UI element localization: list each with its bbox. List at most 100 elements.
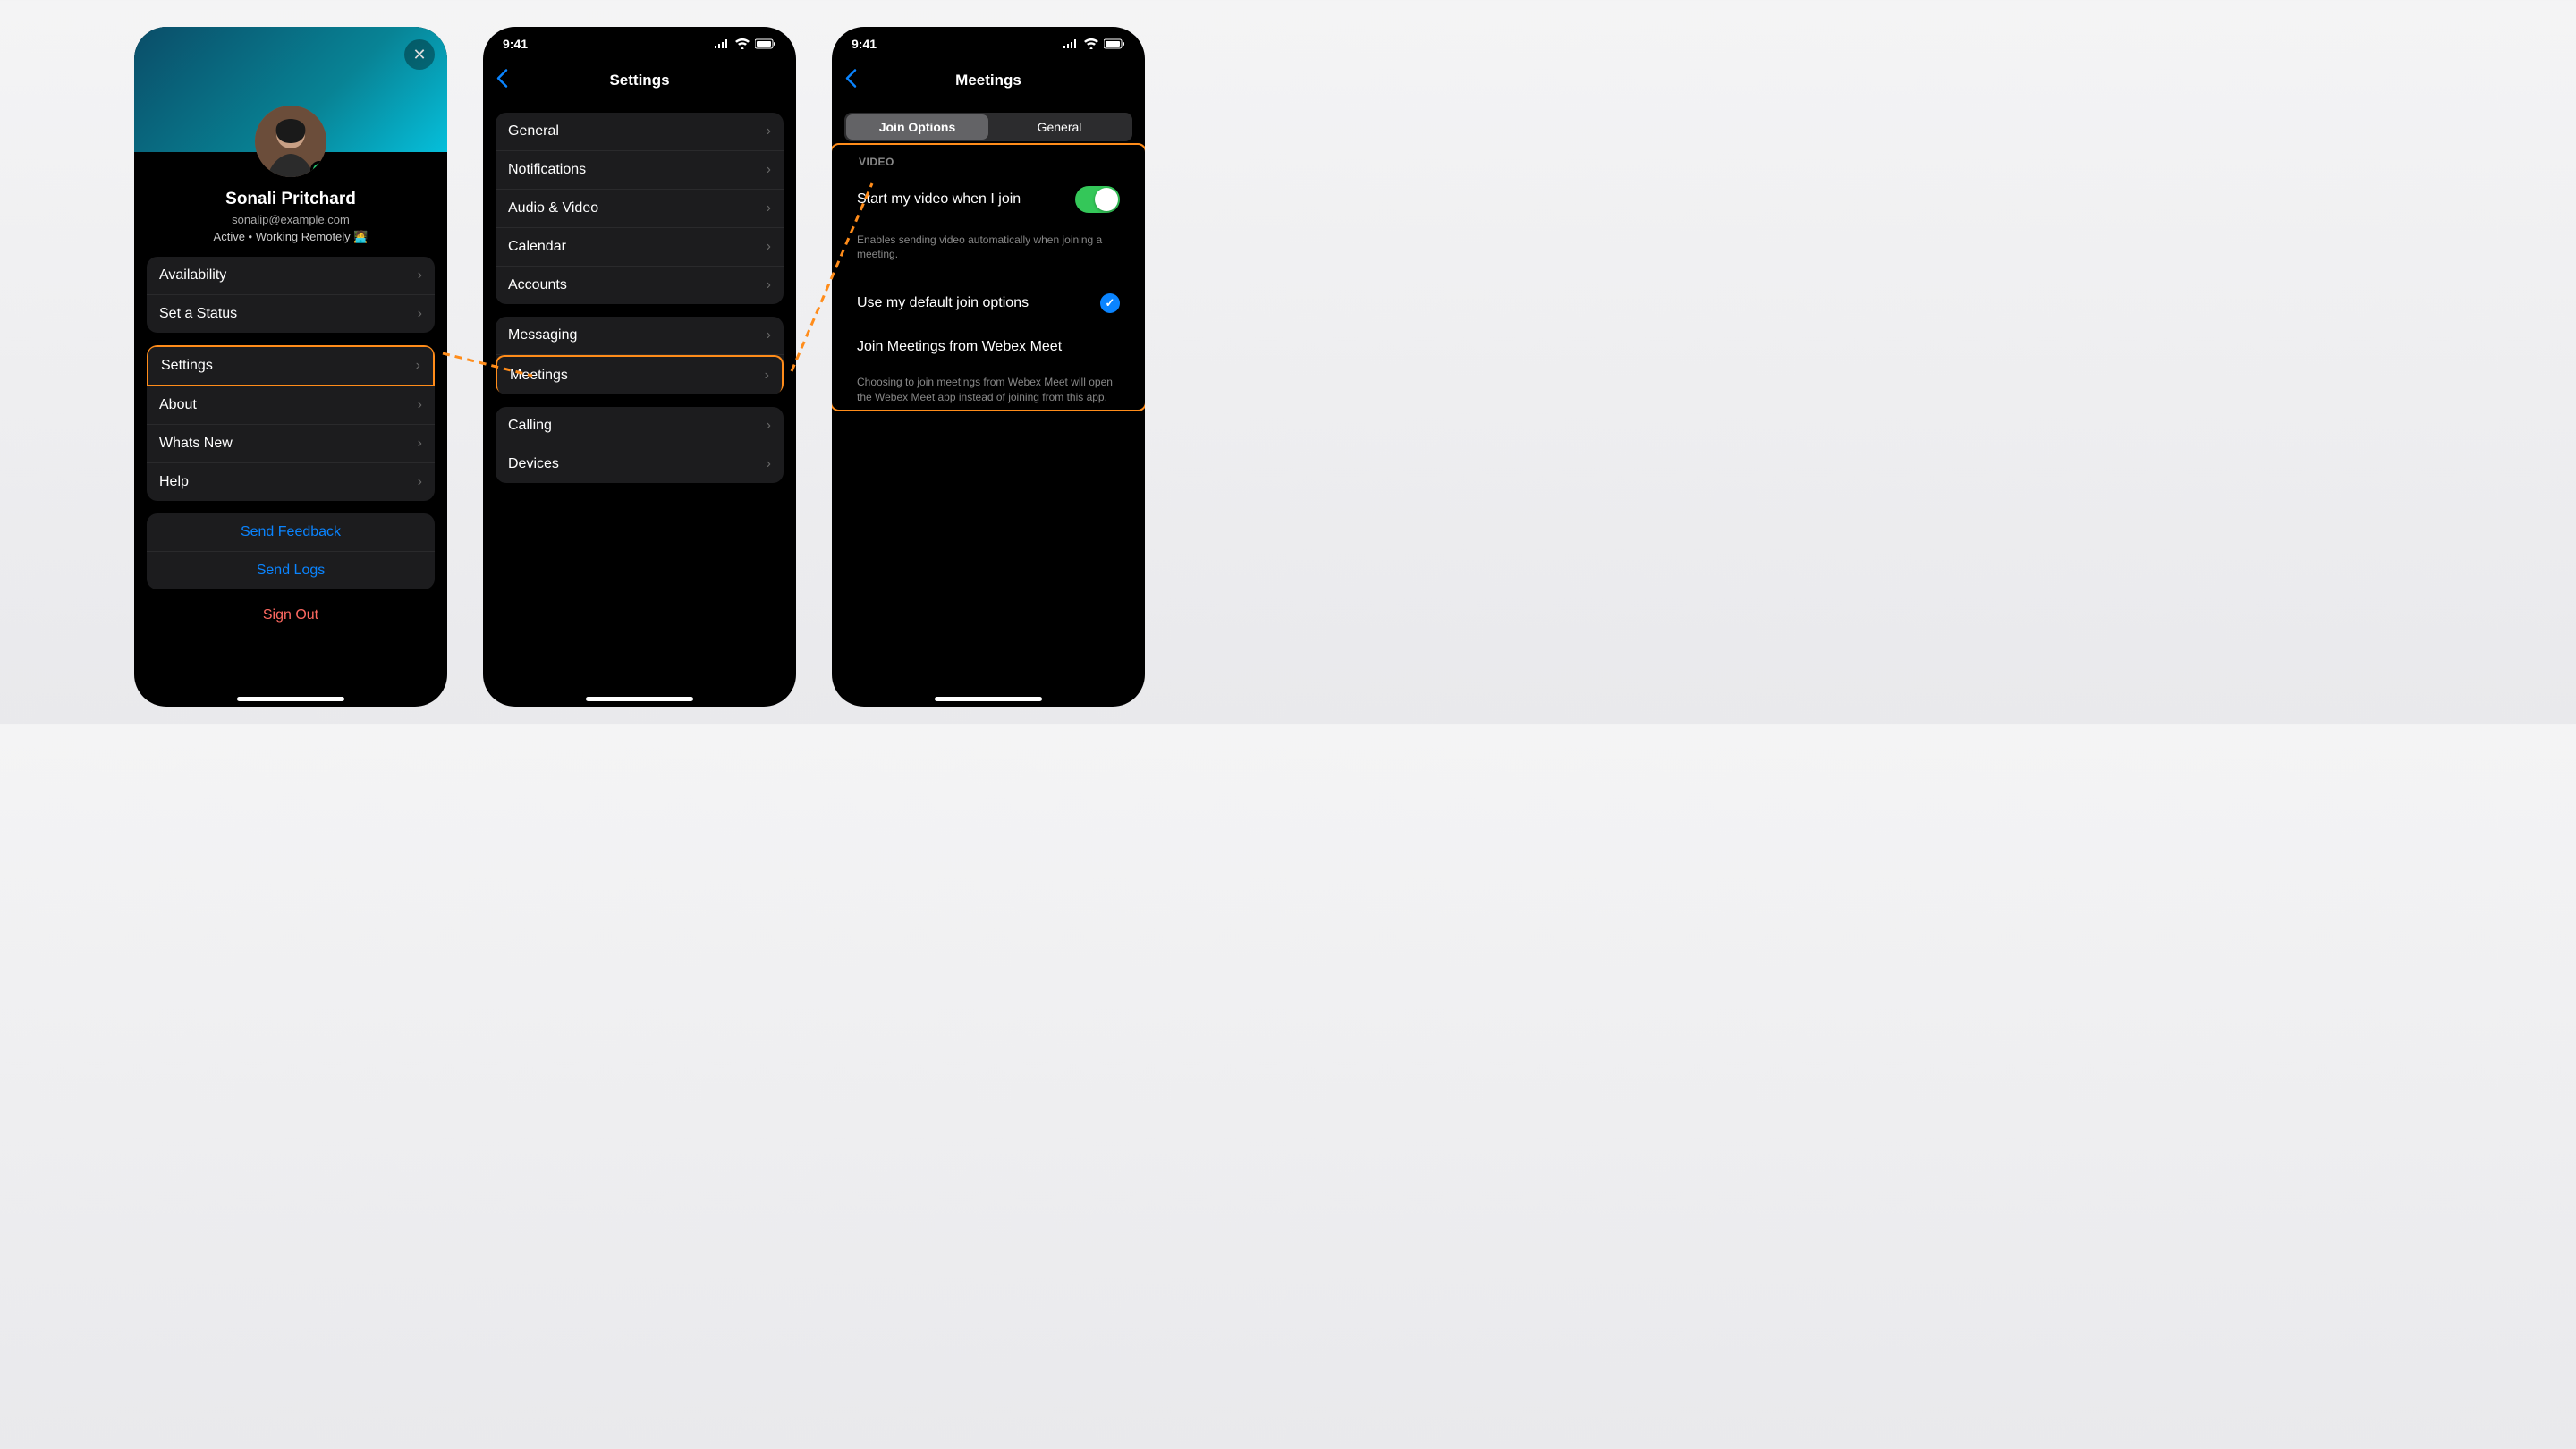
- row-meetings[interactable]: Meetings ›: [496, 355, 784, 394]
- profile-email: sonalip@example.com: [134, 213, 447, 226]
- join-webex-description: Choosing to join meetings from Webex Mee…: [857, 375, 1120, 403]
- home-indicator[interactable]: [586, 697, 693, 701]
- back-button[interactable]: [844, 69, 857, 93]
- profile-menu: Availability › Set a Status › Settings ›…: [134, 244, 447, 707]
- row-audio-video[interactable]: Audio & Video ›: [496, 190, 784, 228]
- video-section: VIDEO Start my video when I join Enables…: [844, 156, 1132, 404]
- send-logs-button[interactable]: Send Logs: [147, 552, 435, 589]
- row-label: Devices: [508, 456, 559, 472]
- profile-group-availability: Availability › Set a Status ›: [147, 257, 435, 333]
- settings-group-1: General› Notifications › Audio & Video › C…: [496, 113, 784, 304]
- option-join-webex[interactable]: Join Meetings from Webex Meet: [857, 326, 1120, 368]
- row-label: Send Logs: [257, 563, 326, 579]
- segmented-control: Join Options General: [844, 113, 1132, 141]
- settings-list: General› Notifications› Audio & Video› C…: [483, 100, 796, 707]
- profile-group-feedback: Send Feedback Send Logs: [147, 513, 435, 589]
- tab-join-options[interactable]: Join Options: [846, 114, 988, 140]
- home-indicator[interactable]: [935, 697, 1042, 701]
- row-label: About: [159, 397, 197, 413]
- back-chevron-icon: [496, 69, 508, 89]
- row-devices[interactable]: Devices›: [496, 445, 784, 483]
- home-indicator[interactable]: [237, 697, 344, 701]
- switch-start-video[interactable]: [1075, 186, 1120, 213]
- phone-settings: 9:41 Settings General› Notifications› Au…: [483, 27, 796, 707]
- option-use-default[interactable]: Use my default join options ✓: [857, 281, 1120, 326]
- row-label: Help: [159, 474, 189, 490]
- row-label: Sign Out: [263, 607, 318, 623]
- row-label: Whats New: [159, 436, 233, 452]
- settings-group-2: Messaging› Meetings ›: [496, 317, 784, 394]
- row-label: Calling: [508, 418, 552, 434]
- row-label: Calendar: [508, 239, 566, 255]
- wifi-icon: [1084, 38, 1098, 49]
- profile-group-settings: Settings › About › Whats New › Help ›: [147, 345, 435, 501]
- chevron-right-icon: ›: [418, 397, 422, 413]
- row-set-status[interactable]: Set a Status ›: [147, 295, 435, 333]
- row-label: General: [508, 123, 559, 140]
- profile-name: Sonali Pritchard: [134, 190, 447, 209]
- row-general[interactable]: General›: [496, 113, 784, 151]
- row-label: Audio & Video: [508, 200, 598, 216]
- option-label: Start my video when I join: [857, 191, 1021, 208]
- close-button[interactable]: ✕: [404, 39, 435, 70]
- avatar[interactable]: [255, 106, 326, 177]
- sign-out-button[interactable]: Sign Out: [147, 607, 435, 623]
- row-availability[interactable]: Availability ›: [147, 257, 435, 295]
- chevron-right-icon: ›: [418, 306, 422, 322]
- chevron-right-icon: ›: [418, 267, 422, 284]
- tab-general[interactable]: General: [988, 114, 1131, 140]
- row-calling[interactable]: Calling ›: [496, 407, 784, 445]
- nav-header: Meetings: [832, 61, 1145, 100]
- wifi-icon: [735, 38, 750, 49]
- row-notifications[interactable]: Notifications ›: [496, 151, 784, 190]
- row-label: Send Feedback: [241, 524, 341, 540]
- chevron-right-icon: ›: [767, 418, 771, 434]
- section-header-video: VIDEO: [859, 156, 1120, 168]
- row-label: Meetings: [510, 368, 568, 384]
- status-bar: 9:41: [483, 27, 796, 61]
- row-settings[interactable]: Settings ›: [147, 345, 435, 386]
- option-label: Join Meetings from Webex Meet: [857, 339, 1062, 355]
- chevron-right-icon: ›: [765, 368, 769, 384]
- status-time: 9:41: [503, 37, 528, 51]
- tab-label: General: [1038, 120, 1082, 134]
- battery-icon: [755, 38, 776, 49]
- settings-group-3: Calling › Devices›: [496, 407, 784, 483]
- battery-icon: [1104, 38, 1125, 49]
- switch-knob-icon: [1095, 188, 1118, 211]
- nav-title: Meetings: [955, 72, 1021, 89]
- status-time: 9:41: [852, 37, 877, 51]
- phone-meetings: 9:41 Meetings Join Options General VIDEO…: [832, 27, 1145, 707]
- row-help[interactable]: Help ›: [147, 463, 435, 501]
- row-accounts[interactable]: Accounts›: [496, 267, 784, 304]
- cellular-icon: [1063, 38, 1079, 49]
- profile-status: Active • Working Remotely 🧑‍💻: [134, 230, 447, 244]
- status-bar: 9:41: [832, 27, 1145, 61]
- row-label: Messaging: [508, 327, 577, 343]
- chevron-right-icon: ›: [418, 474, 422, 490]
- back-button[interactable]: [496, 69, 508, 93]
- toggle-start-video[interactable]: Start my video when I join: [857, 174, 1120, 225]
- chevron-right-icon: ›: [418, 436, 422, 452]
- presence-active-icon: [310, 161, 326, 177]
- chevron-right-icon: ›: [767, 200, 771, 216]
- chevron-right-icon: ›: [767, 162, 771, 178]
- row-about[interactable]: About ›: [147, 386, 435, 425]
- row-label: Settings: [161, 358, 213, 374]
- nav-header: Settings: [483, 61, 796, 100]
- status-icons: [714, 38, 776, 49]
- row-messaging[interactable]: Messaging›: [496, 317, 784, 355]
- tab-label: Join Options: [879, 120, 956, 134]
- back-chevron-icon: [844, 69, 857, 89]
- row-label: Availability: [159, 267, 226, 284]
- profile-hero: ✕: [134, 27, 447, 152]
- row-calendar[interactable]: Calendar›: [496, 228, 784, 267]
- row-whats-new[interactable]: Whats New ›: [147, 425, 435, 463]
- meetings-content: Join Options General VIDEO Start my vide…: [832, 100, 1145, 707]
- status-icons: [1063, 38, 1125, 49]
- send-feedback-button[interactable]: Send Feedback: [147, 513, 435, 552]
- start-video-description: Enables sending video automatically when…: [857, 233, 1120, 261]
- row-label: Notifications: [508, 162, 586, 178]
- phone-profile: ✕ Sonali Pritchard sonalip@example.com A…: [134, 27, 447, 707]
- row-label: Accounts: [508, 277, 567, 293]
